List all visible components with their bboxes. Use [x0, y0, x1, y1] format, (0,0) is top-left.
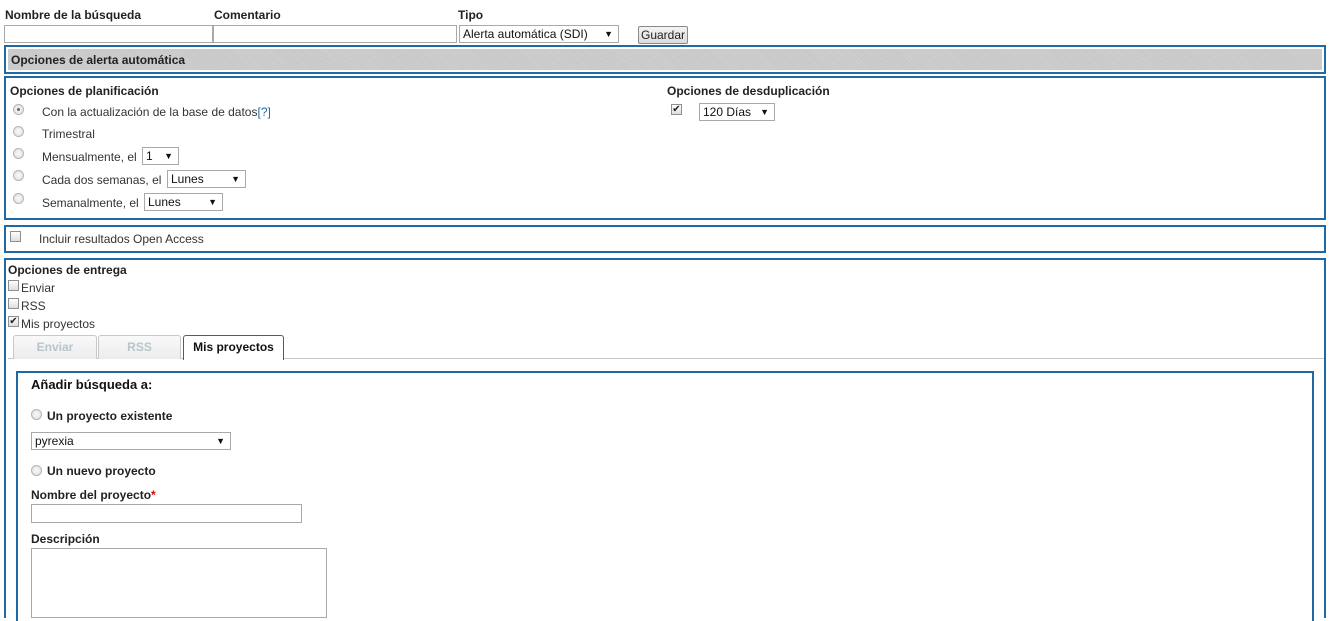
schedule-radio-db-update[interactable] [13, 104, 24, 115]
description-textarea[interactable] [31, 548, 327, 618]
search-name-label: Nombre de la búsqueda [5, 8, 142, 22]
alert-options-panel: Opciones de alerta automática [4, 45, 1326, 74]
chevron-down-icon: ▼ [164, 151, 173, 161]
alert-options-header-bg: Opciones de alerta automática [8, 49, 1322, 70]
checkmark-icon: ✔ [672, 104, 681, 115]
search-name-input[interactable] [4, 25, 213, 43]
schedule-label-biweekly: Cada dos semanas, el [42, 173, 162, 187]
projects-title: Añadir búsqueda a: [31, 377, 153, 392]
open-access-label: Incluir resultados Open Access [39, 232, 204, 246]
chevron-down-icon: ▼ [216, 436, 225, 446]
delivery-label-rss: RSS [21, 299, 46, 313]
tab-rss[interactable]: RSS [98, 335, 181, 359]
delivery-checkbox-send[interactable] [8, 280, 19, 291]
project-name-label: Nombre del proyecto* [31, 488, 156, 502]
comment-input[interactable] [213, 25, 457, 43]
monthly-day-value: 1 [146, 149, 153, 163]
dedup-value: 120 Días [703, 105, 752, 119]
chevron-down-icon: ▼ [760, 107, 769, 117]
delivery-checkbox-projects[interactable]: ✔ [8, 316, 19, 327]
checkmark-icon: ✔ [9, 316, 18, 327]
existing-project-select[interactable]: pyrexia ▼ [31, 432, 231, 450]
project-name-text: Nombre del proyecto [31, 488, 152, 502]
existing-project-radio[interactable] [31, 409, 42, 420]
delivery-checkbox-rss[interactable] [8, 298, 19, 309]
schedule-radio-quarterly[interactable] [13, 126, 24, 137]
chevron-down-icon: ▼ [604, 29, 613, 39]
schedule-db-update-text: Con la actualización de la base de datos [42, 105, 258, 119]
existing-project-label: Un proyecto existente [47, 409, 173, 423]
type-label: Tipo [458, 8, 484, 22]
tab-send[interactable]: Enviar [13, 335, 97, 359]
open-access-checkbox[interactable] [10, 231, 21, 242]
schedule-radio-monthly[interactable] [13, 148, 24, 159]
delivery-label-projects: Mis proyectos [21, 317, 96, 331]
description-label: Descripción [31, 532, 100, 546]
chevron-down-icon: ▼ [208, 197, 217, 207]
biweekly-day-select[interactable]: Lunes ▼ [167, 170, 246, 188]
help-link[interactable]: [?] [257, 105, 270, 119]
schedule-label-weekly: Semanalmente, el [42, 196, 139, 210]
dedup-select[interactable]: 120 Días ▼ [699, 103, 775, 121]
tab-my-projects[interactable]: Mis proyectos [183, 335, 284, 360]
schedule-radio-weekly[interactable] [13, 193, 24, 204]
scheduling-title: Opciones de planificación [10, 84, 159, 98]
type-select[interactable]: Alerta automática (SDI) ▼ [459, 25, 619, 43]
new-project-radio[interactable] [31, 465, 42, 476]
weekly-day-select[interactable]: Lunes ▼ [144, 193, 223, 211]
dedup-title: Opciones de desduplicación [667, 84, 830, 98]
delivery-title: Opciones de entrega [8, 263, 127, 277]
comment-label: Comentario [214, 8, 281, 22]
existing-project-value: pyrexia [35, 434, 74, 448]
chevron-down-icon: ▼ [231, 174, 240, 184]
new-project-label: Un nuevo proyecto [47, 464, 156, 478]
alert-options-header: Opciones de alerta automática [11, 53, 186, 67]
schedule-label-db-update: Con la actualización de la base de datos… [42, 105, 271, 119]
save-button[interactable]: Guardar [638, 26, 688, 44]
required-mark: * [151, 488, 156, 502]
type-select-value: Alerta automática (SDI) [463, 27, 588, 41]
schedule-radio-biweekly[interactable] [13, 170, 24, 181]
project-name-input[interactable] [31, 504, 302, 523]
schedule-label-monthly: Mensualmente, el [42, 150, 137, 164]
weekly-day-value: Lunes [148, 195, 181, 209]
delivery-label-send: Enviar [21, 281, 56, 295]
dedup-checkbox[interactable]: ✔ [671, 104, 682, 115]
monthly-day-select[interactable]: 1 ▼ [142, 147, 179, 165]
schedule-label-quarterly: Trimestral [42, 127, 95, 141]
biweekly-day-value: Lunes [171, 172, 204, 186]
